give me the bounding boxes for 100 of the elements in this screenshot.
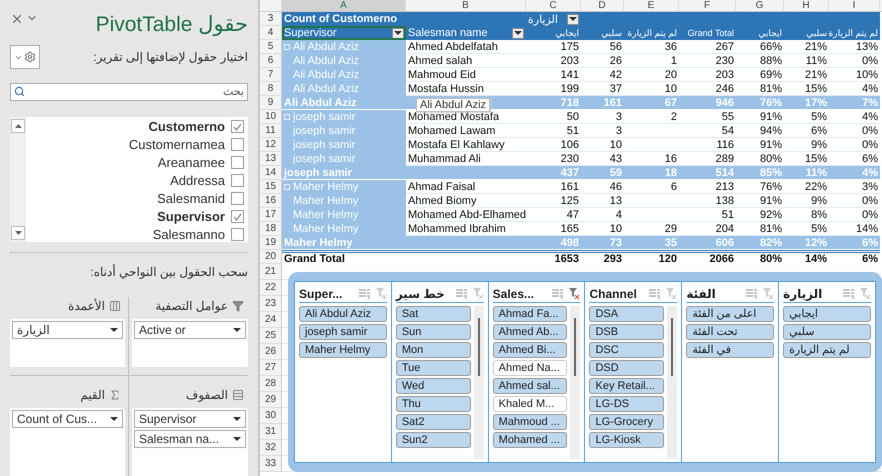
slicer-item[interactable]: DSD bbox=[589, 360, 664, 376]
row-number[interactable]: 21 bbox=[260, 264, 282, 280]
multi-select-icon[interactable] bbox=[456, 288, 467, 298]
row-number[interactable]: 22 bbox=[260, 280, 282, 296]
slicer-item[interactable]: Khaled M... bbox=[492, 396, 568, 412]
row-number[interactable]: 17 bbox=[260, 208, 282, 222]
close-icon[interactable] bbox=[10, 12, 24, 26]
multi-select-icon[interactable] bbox=[649, 288, 660, 298]
slicer-item[interactable]: Sun bbox=[396, 324, 471, 340]
field-pill[interactable]: Count of Cus... bbox=[12, 410, 123, 428]
multi-select-icon[interactable] bbox=[746, 288, 758, 298]
row-number[interactable]: 27 bbox=[260, 360, 282, 376]
row-number[interactable]: 14 bbox=[260, 166, 282, 180]
row-number[interactable]: 28 bbox=[260, 376, 282, 392]
row-number[interactable]: 15 bbox=[260, 180, 282, 194]
slicer-item[interactable]: Ahmad Fa... bbox=[492, 306, 568, 322]
slicer-item[interactable]: LG-DS bbox=[589, 396, 664, 412]
row-number[interactable]: 18 bbox=[260, 222, 282, 236]
multi-select-icon[interactable] bbox=[842, 288, 854, 298]
field-checkbox[interactable] bbox=[231, 120, 244, 133]
row-number[interactable]: 29 bbox=[260, 392, 282, 408]
row-number[interactable]: 30 bbox=[260, 408, 282, 424]
slicer-item[interactable]: Ahmed Bi... bbox=[492, 342, 568, 358]
collapse-icon[interactable] bbox=[284, 114, 290, 120]
slicer-item[interactable]: LG-Kiosk bbox=[589, 432, 664, 448]
slicer-item[interactable]: Ahmed Na... bbox=[492, 360, 568, 376]
slicer-item[interactable]: Thu bbox=[396, 396, 471, 412]
row-number[interactable]: 19 bbox=[260, 236, 282, 250]
row-number[interactable]: 26 bbox=[260, 344, 282, 360]
field-checkbox[interactable] bbox=[231, 138, 244, 151]
row-number[interactable]: 6 bbox=[260, 54, 282, 68]
scrollbar[interactable] bbox=[667, 306, 678, 459]
scroll-up-button[interactable] bbox=[11, 119, 25, 133]
tools-button[interactable] bbox=[10, 45, 40, 69]
search-field[interactable]: بحث bbox=[10, 83, 248, 101]
scrollbar[interactable] bbox=[474, 306, 484, 459]
field-checkbox[interactable] bbox=[231, 156, 244, 169]
row-number[interactable]: 33 bbox=[260, 456, 282, 472]
column-header[interactable]: A bbox=[282, 0, 406, 11]
row-number[interactable]: 8 bbox=[260, 82, 282, 96]
row-number[interactable]: 12 bbox=[260, 138, 282, 152]
multi-select-icon[interactable] bbox=[552, 288, 564, 298]
field-checkbox[interactable] bbox=[231, 174, 244, 187]
field-checkbox[interactable] bbox=[231, 192, 244, 205]
multi-select-icon[interactable] bbox=[358, 288, 370, 298]
slicer-item[interactable]: في الفئة bbox=[686, 342, 774, 358]
field-pill[interactable]: Salesman na... bbox=[134, 430, 246, 448]
collapse-icon[interactable] bbox=[284, 184, 290, 190]
slicer-title: Channel bbox=[589, 286, 637, 300]
row-number[interactable]: 23 bbox=[260, 296, 282, 312]
slicer-item[interactable]: DSB bbox=[589, 324, 664, 340]
field-pill[interactable]: Active or bbox=[134, 321, 246, 339]
scrollbar[interactable] bbox=[570, 306, 580, 459]
slicer-item[interactable]: Ahmed Ab... bbox=[492, 324, 568, 340]
slicer-item[interactable]: تحت الفئة bbox=[686, 324, 774, 340]
field-checkbox[interactable] bbox=[231, 228, 244, 241]
slicer-item[interactable]: Mohamed ... bbox=[492, 432, 568, 448]
field-checkbox[interactable] bbox=[231, 210, 244, 223]
collapse-icon[interactable] bbox=[284, 44, 290, 50]
row-number[interactable]: 16 bbox=[260, 194, 282, 208]
slicer-item[interactable]: Ahmed sal... bbox=[492, 378, 568, 394]
slicer-item[interactable]: Sun2 bbox=[396, 432, 471, 448]
slicer-item[interactable]: Maher Helmy bbox=[299, 342, 387, 358]
slicer-item[interactable]: joseph samir bbox=[299, 324, 387, 340]
slicer-item[interactable]: DSA bbox=[589, 306, 664, 322]
slicer-item[interactable]: ايجابي bbox=[783, 306, 871, 322]
slicer-item[interactable]: Wed bbox=[396, 378, 471, 394]
row-number[interactable]: 24 bbox=[260, 312, 282, 328]
slicer-item[interactable]: Mahmoud ... bbox=[492, 414, 568, 430]
field-pill[interactable]: الزيارة bbox=[12, 321, 123, 339]
row-number[interactable]: 13 bbox=[260, 152, 282, 166]
slicer-item[interactable]: Key Retail... bbox=[589, 378, 664, 394]
table-cell: 6 bbox=[624, 180, 679, 194]
scroll-down-button[interactable] bbox=[11, 226, 25, 240]
row-number[interactable]: 4 bbox=[260, 26, 282, 40]
row-number[interactable]: 9 bbox=[260, 96, 282, 110]
row-number[interactable]: 3 bbox=[260, 12, 282, 26]
row-number[interactable]: 31 bbox=[260, 424, 282, 440]
slicer-item[interactable]: Sat bbox=[396, 306, 471, 322]
row-number[interactable]: 32 bbox=[260, 440, 282, 456]
slicer-item[interactable]: اعلى من الفئة bbox=[686, 306, 774, 322]
slicer-item[interactable]: لم يتم الزيارة bbox=[783, 342, 871, 358]
slicer-item[interactable]: DSC bbox=[589, 342, 664, 358]
filter-button[interactable] bbox=[512, 28, 524, 38]
dropdown-button[interactable] bbox=[567, 14, 579, 24]
row-number[interactable]: 7 bbox=[260, 68, 282, 82]
row-number[interactable]: 11 bbox=[260, 124, 282, 138]
slicer-item[interactable]: سلبي bbox=[783, 324, 871, 340]
clear-filter-icon[interactable] bbox=[569, 288, 580, 299]
row-number[interactable]: 20 bbox=[260, 250, 282, 264]
row-number[interactable]: 25 bbox=[260, 328, 282, 344]
slicer-item[interactable]: LG-Grocery bbox=[589, 414, 664, 430]
slicer-item[interactable]: Ali Abdul Aziz bbox=[299, 306, 387, 322]
field-pill[interactable]: Supervisor bbox=[134, 410, 246, 428]
row-number[interactable]: 5 bbox=[260, 40, 282, 54]
row-number[interactable]: 10 bbox=[260, 110, 282, 124]
slicer-item[interactable]: Mon bbox=[396, 342, 471, 358]
slicer-item[interactable]: Sat2 bbox=[396, 414, 471, 430]
dropdown-button[interactable] bbox=[392, 28, 404, 38]
slicer-item[interactable]: Tue bbox=[396, 360, 471, 376]
